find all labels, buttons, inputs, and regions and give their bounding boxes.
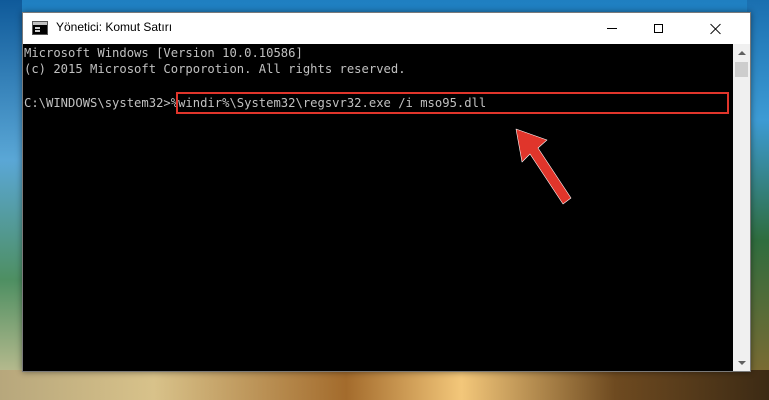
maximize-button[interactable]: [635, 13, 681, 44]
desktop-background-bottom: [0, 370, 769, 400]
vertical-scrollbar[interactable]: [733, 44, 750, 371]
scrollbar-thumb[interactable]: [735, 62, 748, 77]
maximize-icon: [653, 24, 663, 33]
console-prompt: C:\WINDOWS\system32>: [24, 96, 171, 110]
scroll-down-button[interactable]: [733, 354, 750, 371]
command-highlight-box: [176, 92, 729, 114]
cmd-icon[interactable]: [32, 21, 48, 35]
window-title: Yönetici: Komut Satırı: [56, 20, 173, 34]
arrow-icon: [515, 128, 572, 205]
close-icon: [710, 23, 722, 35]
chevron-up-icon: [737, 50, 746, 55]
command-prompt-window[interactable]: Yönetici: Komut Satırı Microsoft Windows…: [22, 12, 751, 372]
close-button[interactable]: [681, 13, 750, 44]
console-line-copyright: (c) 2015 Microsoft Corporotion. All righ…: [24, 62, 406, 76]
minimize-button[interactable]: [589, 13, 635, 44]
console-output[interactable]: Microsoft Windows [Version 10.0.10586] (…: [23, 44, 733, 371]
desktop-background-left: [0, 0, 22, 400]
chevron-down-icon: [737, 360, 746, 365]
minimize-icon: [607, 28, 617, 29]
title-bar[interactable]: Yönetici: Komut Satırı: [23, 13, 750, 44]
scroll-up-button[interactable]: [733, 44, 750, 61]
console-line-version: Microsoft Windows [Version 10.0.10586]: [24, 46, 303, 60]
